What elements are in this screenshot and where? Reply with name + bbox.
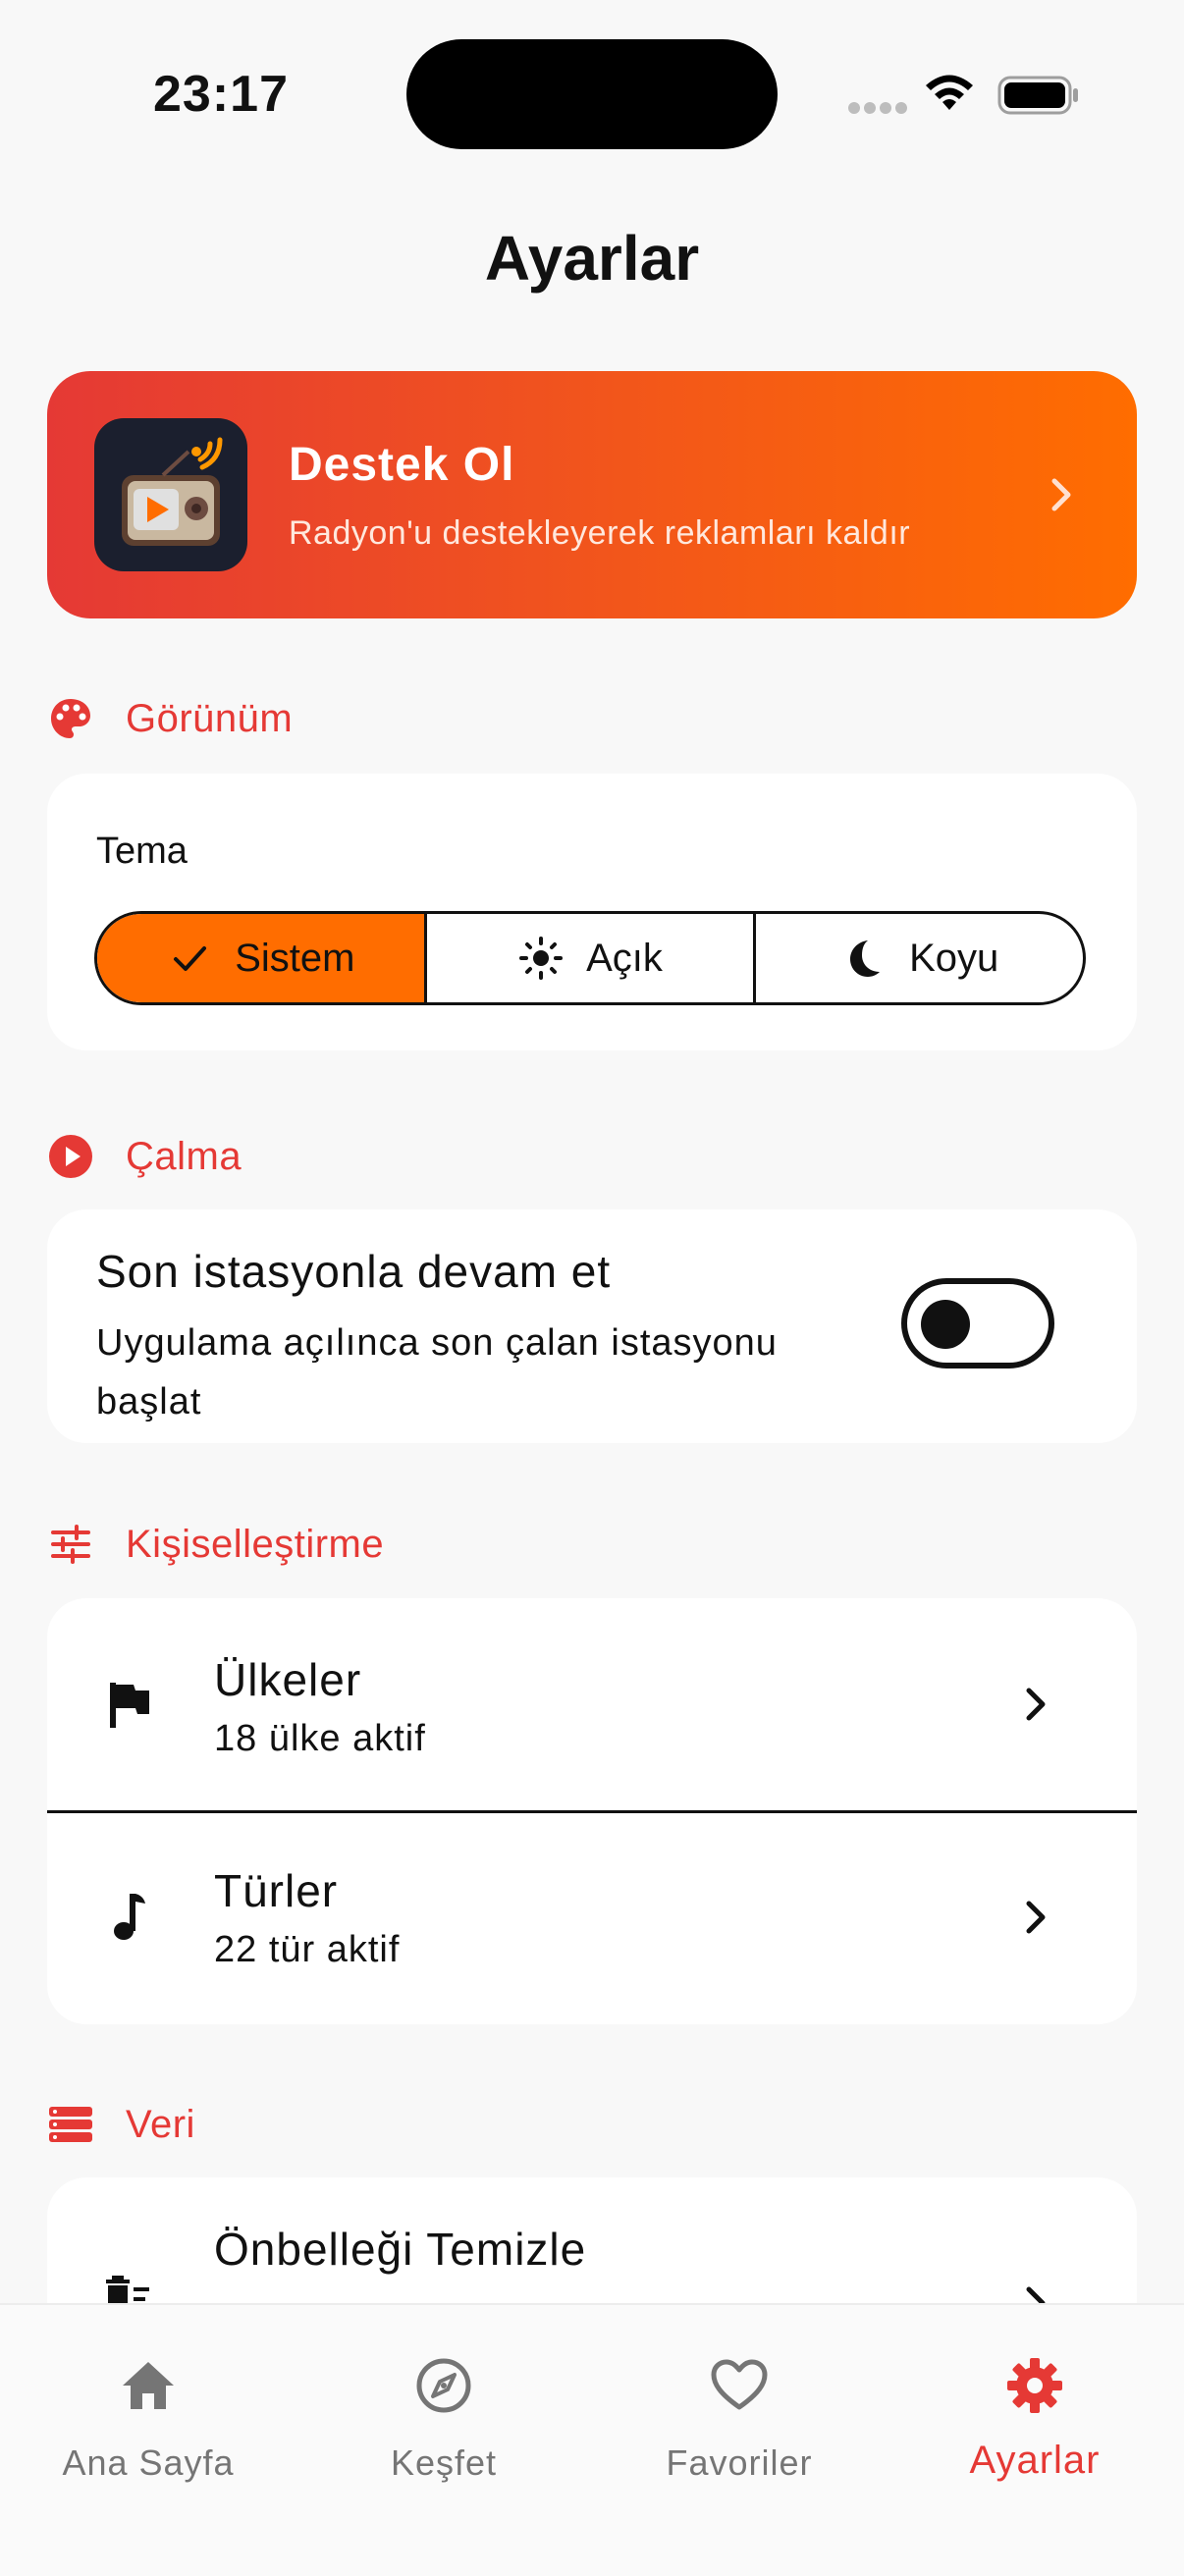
chevron-right-icon <box>1051 478 1071 511</box>
play-circle-icon <box>49 1135 92 1178</box>
theme-label: Tema <box>96 831 188 872</box>
chevron-right-icon <box>1026 1688 1046 1721</box>
palette-icon <box>51 699 90 738</box>
row-title: Ülkeler <box>214 1654 362 1705</box>
resume-title: Son istasyonla devam et <box>96 1246 612 1297</box>
resume-card: Son istasyonla devam et Uygulama açılınc… <box>47 1209 1137 1443</box>
gear-icon <box>1007 2358 1062 2413</box>
theme-option-dark[interactable]: Koyu <box>756 914 1083 1002</box>
nav-settings[interactable]: Ayarlar <box>887 2334 1183 2492</box>
nav-label: Favoriler <box>666 2442 813 2483</box>
tune-icon <box>51 1525 90 1564</box>
radio-app-icon <box>94 418 247 571</box>
wifi-icon <box>926 75 973 110</box>
moon-icon <box>850 940 881 977</box>
nav-label: Keşfet <box>390 2442 498 2483</box>
chevron-right-icon <box>1026 1901 1046 1934</box>
status-bar: 23:17 <box>0 0 1184 196</box>
banner-title: Destek Ol <box>289 439 515 491</box>
personalization-card: Ülkeler 18 ülke aktif Türler 22 tür akti… <box>47 1598 1137 2024</box>
section-label: Çalma <box>126 1135 242 1178</box>
status-time: 23:17 <box>153 66 289 123</box>
theme-card: Tema Sistem Açık Koyu <box>47 774 1137 1050</box>
section-label: Kişiselleştirme <box>126 1523 385 1566</box>
nav-explore[interactable]: Keşfet <box>296 2334 592 2492</box>
row-title: Türler <box>214 1865 339 1916</box>
cellular-signal-icon <box>848 102 907 116</box>
theme-option-system[interactable]: Sistem <box>97 914 427 1002</box>
toggle-knob <box>921 1300 970 1349</box>
theme-option-label: Açık <box>586 936 663 980</box>
nav-favorites[interactable]: Favoriler <box>591 2334 888 2492</box>
resume-toggle[interactable] <box>901 1278 1054 1368</box>
music-note-icon <box>114 1894 145 1940</box>
row-subtitle: 18 ülke aktif <box>214 1718 426 1759</box>
resume-subtitle: Uygulama açılınca son çalan istasyonu ba… <box>96 1322 778 1422</box>
banner-subtitle: Radyon'u destekleyerek reklamları kaldır <box>289 514 911 552</box>
theme-segmented-control: Sistem Açık Koyu <box>94 911 1086 1005</box>
flag-icon <box>110 1683 149 1728</box>
row-title: Önbelleği Temizle <box>214 2224 587 2275</box>
countries-row[interactable]: Ülkeler 18 ülke aktif <box>47 1598 1137 1810</box>
compass-icon <box>416 2358 471 2413</box>
page-title: Ayarlar <box>484 223 700 294</box>
check-icon <box>174 946 207 971</box>
home-icon <box>123 2362 174 2409</box>
genres-row[interactable]: Türler 22 tür aktif <box>47 1813 1137 2024</box>
theme-option-light[interactable]: Açık <box>427 914 757 1002</box>
support-banner[interactable]: Destek Ol Radyon'u destekleyerek reklaml… <box>47 371 1137 618</box>
nav-label: Ayarlar <box>969 2439 1101 2482</box>
nav-label: Ana Sayfa <box>62 2442 235 2483</box>
dynamic-island <box>406 39 778 149</box>
storage-icon <box>49 2107 92 2142</box>
bottom-navigation: Ana Sayfa Keşfet Favoriler Ayarlar <box>0 2303 1184 2576</box>
nav-home[interactable]: Ana Sayfa <box>0 2334 296 2492</box>
heart-icon <box>711 2359 768 2410</box>
theme-option-label: Sistem <box>235 936 355 980</box>
section-label: Görünüm <box>126 697 294 740</box>
theme-option-label: Koyu <box>909 936 999 980</box>
sun-icon <box>519 937 564 980</box>
section-label: Veri <box>126 2103 195 2146</box>
row-subtitle: 22 tür aktif <box>214 1929 401 1970</box>
battery-icon <box>997 76 1078 115</box>
